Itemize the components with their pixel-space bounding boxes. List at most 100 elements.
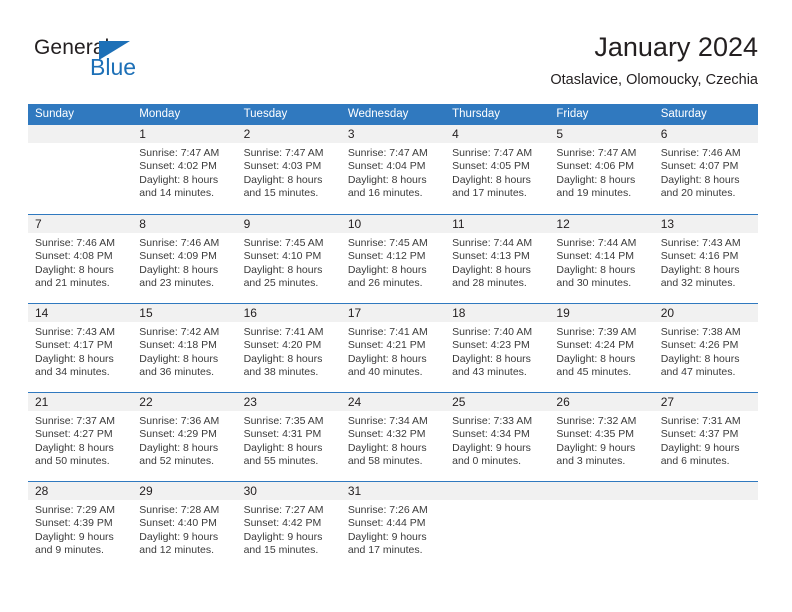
page-header: General Blue January 2024 Otaslavice, Ol… <box>0 0 792 100</box>
sunrise-time: Sunrise: 7:41 AM <box>243 326 324 338</box>
daylight-duration-line1: Daylight: 8 hours <box>556 263 636 276</box>
weekday-header-friday: Friday <box>556 108 589 120</box>
day-details: Sunrise: 7:47 AM Sunset: 4:03 PM Daylight:… <box>237 143 341 201</box>
sunrise-time: Sunrise: 7:26 AM <box>347 504 428 516</box>
sunset-time: Sunset: 4:35 PM <box>556 428 635 441</box>
daylight-duration-line1: Daylight: 8 hours <box>139 352 219 365</box>
daylight-duration-line1: Daylight: 9 hours <box>35 530 114 543</box>
sunset-time: Sunset: 4:18 PM <box>139 339 217 352</box>
day-details: Sunrise: 7:47 AM Sunset: 4:02 PM Daylight:… <box>132 143 236 201</box>
calendar-weeks: 1 Sunrise: 7:47 AM Sunset: 4:02 PM Daylight… <box>28 125 758 570</box>
calendar-day-cell-empty <box>653 482 758 570</box>
calendar-day-cell[interactable]: 29 Sunrise: 7:28 AM Sunset: 4:40 PM Dayligh… <box>132 482 237 570</box>
daylight-duration-line2: and 19 minutes. <box>556 187 632 200</box>
calendar-day-cell[interactable]: 26 Sunrise: 7:32 AM Sunset: 4:35 PM Dayligh… <box>549 393 654 481</box>
day-number: 16 <box>236 304 341 322</box>
day-number: 17 <box>340 304 446 322</box>
day-details: Sunrise: 7:39 AM Sunset: 4:24 PM Daylight:… <box>549 322 653 380</box>
calendar-day-cell[interactable]: 6 Sunrise: 7:46 AM Sunset: 4:07 PM Daylight… <box>653 125 758 214</box>
calendar-day-cell[interactable]: 15 Sunrise: 7:42 AM Sunset: 4:18 PM Dayligh… <box>132 304 237 392</box>
calendar-day-cell[interactable]: 31 Sunrise: 7:26 AM Sunset: 4:44 PM Dayligh… <box>340 482 446 570</box>
day-number: 25 <box>445 393 550 411</box>
weekday-header-tuesday: Tuesday <box>243 108 288 120</box>
calendar-day-cell[interactable]: 11 Sunrise: 7:44 AM Sunset: 4:13 PM Dayligh… <box>445 215 550 303</box>
daylight-duration-line2: and 6 minutes. <box>660 455 730 468</box>
day-details: Sunrise: 7:41 AM Sunset: 4:21 PM Daylight:… <box>341 322 445 380</box>
daylight-duration-line2: and 15 minutes. <box>243 187 319 200</box>
daylight-duration-line2: and 58 minutes. <box>347 455 423 468</box>
day-number: 22 <box>132 393 237 411</box>
sunset-time: Sunset: 4:32 PM <box>347 428 426 441</box>
calendar-day-cell[interactable]: 7 Sunrise: 7:46 AM Sunset: 4:08 PM Daylight… <box>28 215 133 303</box>
calendar-day-cell[interactable]: 28 Sunrise: 7:29 AM Sunset: 4:39 PM Dayligh… <box>28 482 133 570</box>
day-details: Sunrise: 7:34 AM Sunset: 4:32 PM Daylight:… <box>341 411 445 469</box>
day-details: Sunrise: 7:46 AM Sunset: 4:07 PM Daylight:… <box>654 143 758 201</box>
sunrise-time: Sunrise: 7:44 AM <box>452 237 533 249</box>
day-number: 24 <box>340 393 446 411</box>
day-number: 8 <box>132 215 237 233</box>
day-number <box>653 482 758 500</box>
daylight-duration-line1: Daylight: 8 hours <box>660 173 740 186</box>
day-details: Sunrise: 7:26 AM Sunset: 4:44 PM Daylight:… <box>341 500 445 558</box>
sunset-time: Sunset: 4:09 PM <box>139 250 217 263</box>
daylight-duration-line1: Daylight: 8 hours <box>139 441 219 454</box>
calendar-day-cell[interactable]: 1 Sunrise: 7:47 AM Sunset: 4:02 PM Daylight… <box>132 125 237 214</box>
sunrise-time: Sunrise: 7:43 AM <box>660 237 741 249</box>
daylight-duration-line2: and 14 minutes. <box>139 187 214 200</box>
day-number: 4 <box>445 125 550 143</box>
calendar-day-cell[interactable]: 18 Sunrise: 7:40 AM Sunset: 4:23 PM Dayligh… <box>445 304 550 392</box>
sunset-time: Sunset: 4:08 PM <box>35 250 113 263</box>
day-details: Sunrise: 7:35 AM Sunset: 4:31 PM Daylight:… <box>237 411 341 469</box>
daylight-duration-line1: Daylight: 8 hours <box>139 263 219 276</box>
calendar-day-cell[interactable]: 17 Sunrise: 7:41 AM Sunset: 4:21 PM Dayligh… <box>340 304 446 392</box>
calendar-week-row: 21 Sunrise: 7:37 AM Sunset: 4:27 PM Dayligh… <box>28 392 758 481</box>
calendar-day-cell[interactable]: 23 Sunrise: 7:35 AM Sunset: 4:31 PM Dayligh… <box>236 393 341 481</box>
sunrise-time: Sunrise: 7:32 AM <box>556 415 637 427</box>
day-details: Sunrise: 7:45 AM Sunset: 4:12 PM Daylight:… <box>341 233 445 291</box>
day-number: 21 <box>28 393 133 411</box>
daylight-duration-line2: and 32 minutes. <box>660 277 736 290</box>
calendar-day-cell[interactable]: 2 Sunrise: 7:47 AM Sunset: 4:03 PM Daylight… <box>236 125 341 214</box>
day-number: 26 <box>549 393 654 411</box>
calendar-day-cell[interactable]: 21 Sunrise: 7:37 AM Sunset: 4:27 PM Dayligh… <box>28 393 133 481</box>
calendar-day-cell[interactable]: 30 Sunrise: 7:27 AM Sunset: 4:42 PM Dayligh… <box>236 482 341 570</box>
day-details: Sunrise: 7:32 AM Sunset: 4:35 PM Daylight:… <box>549 411 653 469</box>
calendar-day-cell[interactable]: 24 Sunrise: 7:34 AM Sunset: 4:32 PM Dayligh… <box>340 393 446 481</box>
calendar-day-cell[interactable]: 16 Sunrise: 7:41 AM Sunset: 4:20 PM Dayligh… <box>236 304 341 392</box>
daylight-duration-line1: Daylight: 9 hours <box>139 530 219 543</box>
calendar-table: Sunday Monday Tuesday Wednesday Thursday Frid… <box>28 104 758 570</box>
sunrise-time: Sunrise: 7:39 AM <box>556 326 637 338</box>
day-number: 30 <box>236 482 341 500</box>
calendar-day-cell[interactable]: 14 Sunrise: 7:43 AM Sunset: 4:17 PM Dayligh… <box>28 304 133 392</box>
daylight-duration-line1: Daylight: 8 hours <box>139 173 219 186</box>
calendar-day-cell[interactable]: 3 Sunrise: 7:47 AM Sunset: 4:04 PM Daylight… <box>340 125 446 214</box>
general-blue-logo[interactable]: General Blue <box>34 36 204 82</box>
calendar-week-row: 7 Sunrise: 7:46 AM Sunset: 4:08 PM Daylight… <box>28 214 758 303</box>
sunset-time: Sunset: 4:42 PM <box>243 517 322 530</box>
calendar-day-cell[interactable]: 12 Sunrise: 7:44 AM Sunset: 4:14 PM Dayligh… <box>549 215 654 303</box>
title-block: January 2024 Otaslavice, Olomoucky, Czec… <box>550 31 758 91</box>
daylight-duration-line2: and 3 minutes. <box>556 455 626 468</box>
calendar-day-cell[interactable]: 20 Sunrise: 7:38 AM Sunset: 4:26 PM Dayligh… <box>653 304 758 392</box>
calendar-day-cell[interactable]: 9 Sunrise: 7:45 AM Sunset: 4:10 PM Daylight… <box>236 215 341 303</box>
day-number: 2 <box>236 125 341 143</box>
calendar-day-cell[interactable]: 8 Sunrise: 7:46 AM Sunset: 4:09 PM Daylight… <box>132 215 237 303</box>
sunset-time: Sunset: 4:02 PM <box>139 160 217 173</box>
calendar-day-cell[interactable]: 25 Sunrise: 7:33 AM Sunset: 4:34 PM Dayligh… <box>445 393 550 481</box>
calendar-day-cell[interactable]: 19 Sunrise: 7:39 AM Sunset: 4:24 PM Dayligh… <box>549 304 654 392</box>
calendar-day-cell[interactable]: 5 Sunrise: 7:47 AM Sunset: 4:06 PM Daylight… <box>549 125 654 214</box>
day-number: 19 <box>549 304 654 322</box>
day-details: Sunrise: 7:33 AM Sunset: 4:34 PM Daylight:… <box>445 411 549 469</box>
calendar-day-cell[interactable]: 4 Sunrise: 7:47 AM Sunset: 4:05 PM Daylight… <box>445 125 550 214</box>
daylight-duration-line1: Daylight: 8 hours <box>660 352 740 365</box>
day-number: 29 <box>132 482 237 500</box>
calendar-day-cell[interactable]: 10 Sunrise: 7:45 AM Sunset: 4:12 PM Dayligh… <box>340 215 446 303</box>
calendar-day-cell[interactable]: 22 Sunrise: 7:36 AM Sunset: 4:29 PM Dayligh… <box>132 393 237 481</box>
day-details: Sunrise: 7:42 AM Sunset: 4:18 PM Daylight:… <box>132 322 236 380</box>
calendar-day-cell[interactable]: 27 Sunrise: 7:31 AM Sunset: 4:37 PM Dayligh… <box>653 393 758 481</box>
day-number: 14 <box>28 304 133 322</box>
day-details: Sunrise: 7:37 AM Sunset: 4:27 PM Daylight:… <box>28 411 132 469</box>
calendar-day-cell[interactable]: 13 Sunrise: 7:43 AM Sunset: 4:16 PM Dayligh… <box>653 215 758 303</box>
daylight-duration-line1: Daylight: 8 hours <box>35 263 114 276</box>
day-details: Sunrise: 7:40 AM Sunset: 4:23 PM Daylight:… <box>445 322 549 380</box>
